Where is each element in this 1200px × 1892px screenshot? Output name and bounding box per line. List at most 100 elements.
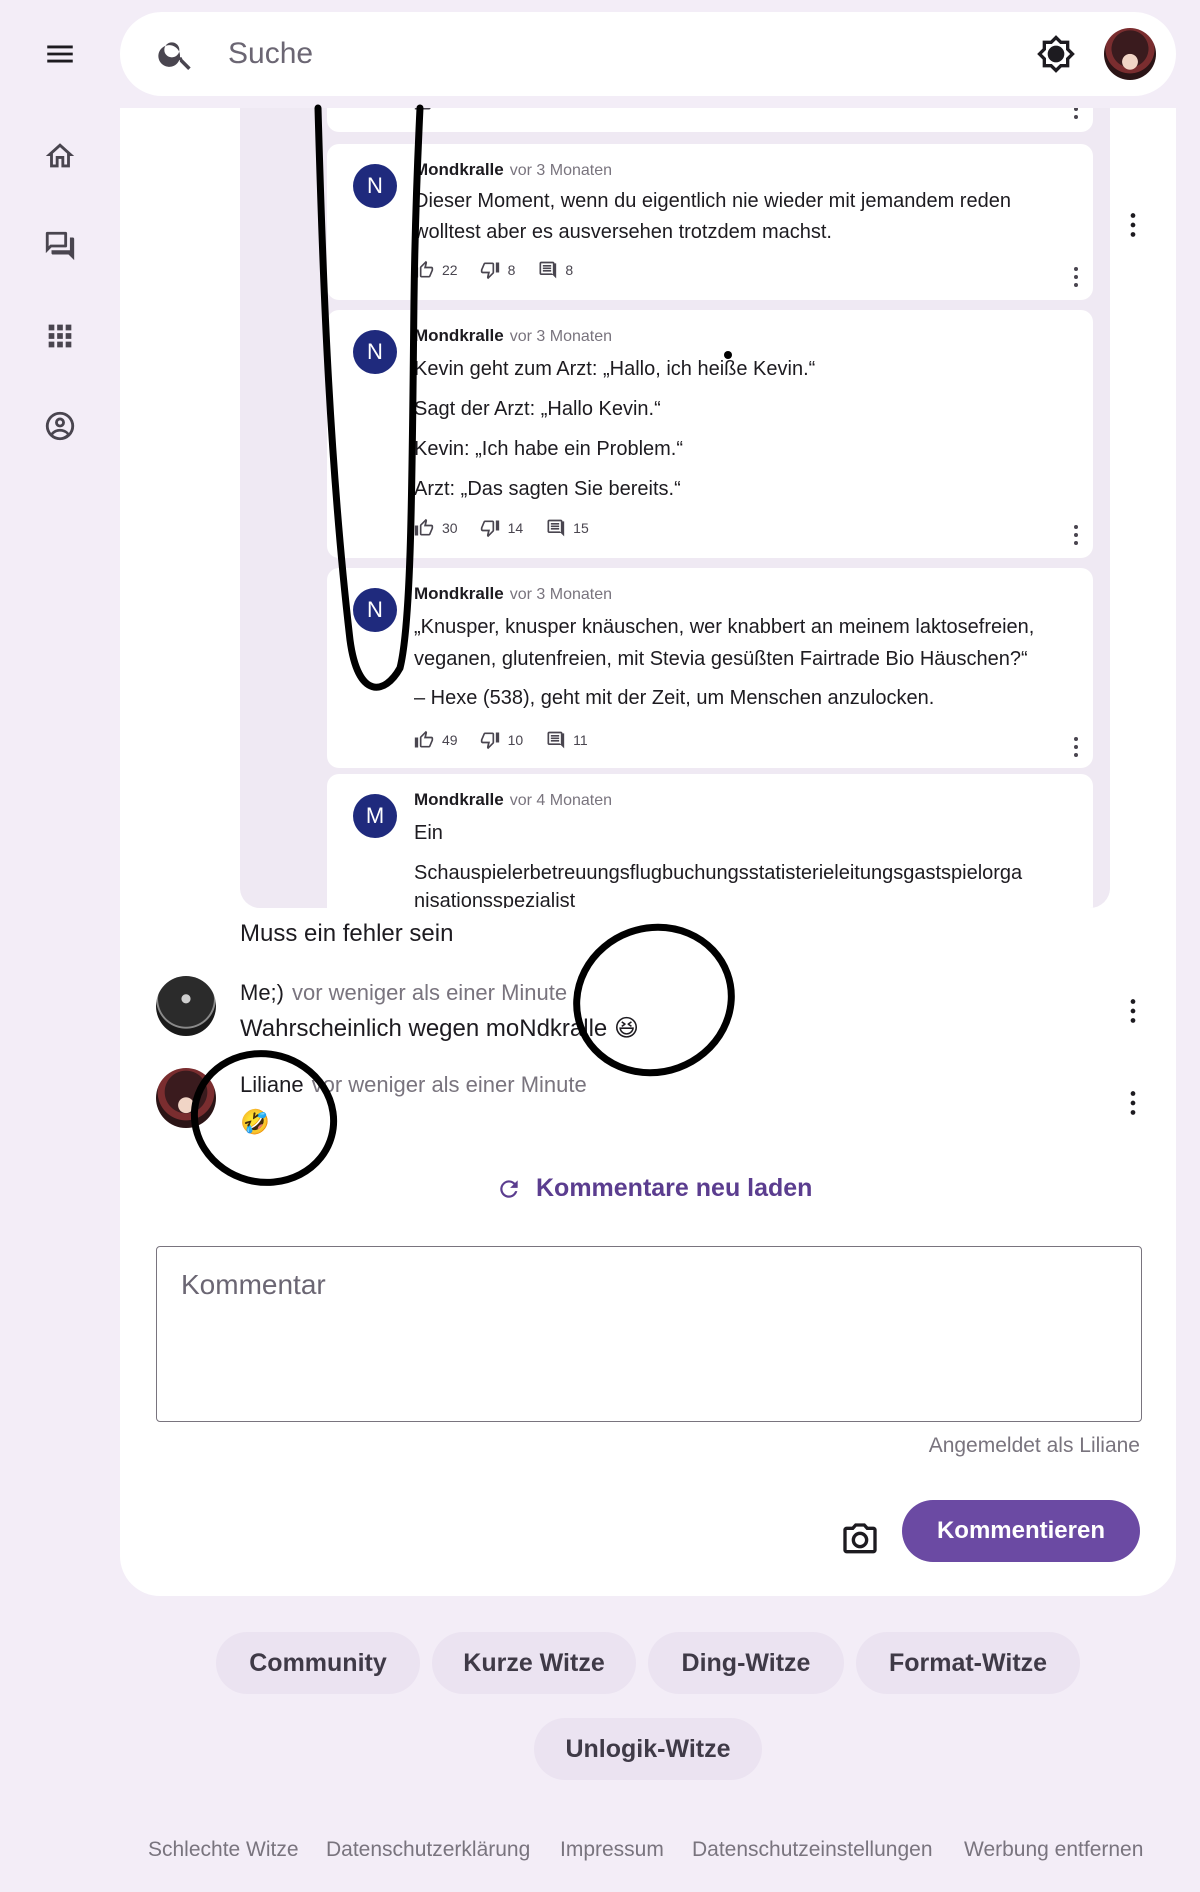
avatar[interactable] — [156, 1068, 216, 1128]
more-options-icon[interactable] — [1128, 998, 1138, 1024]
like-button[interactable]: 30 — [414, 518, 458, 538]
reply-text: Sagt der Arzt: „Hallo Kevin.“ — [414, 398, 661, 420]
like-count: 49 — [442, 732, 458, 748]
author-name[interactable]: Mondkralle — [414, 790, 504, 809]
comments-card: N Mondkralle vor 3 Monaten Dieser Moment,… — [120, 108, 1176, 1596]
timestamp: vor 4 Monaten — [509, 792, 613, 809]
dislike-button[interactable]: 10 — [480, 730, 524, 750]
search-bar — [120, 12, 1176, 96]
more-options-icon[interactable] — [1128, 212, 1138, 238]
comment-header: Liliane vor weniger als einer Minute — [240, 1072, 587, 1098]
chip-kurze-witze[interactable]: Kurze Witze — [432, 1632, 636, 1694]
like-count: 22 — [442, 262, 458, 278]
timestamp: vor 3 Monaten — [509, 162, 613, 179]
dislike-count: 8 — [507, 262, 516, 278]
timestamp: vor weniger als einer Minute — [292, 980, 568, 1005]
reply-count-button[interactable]: 11 — [545, 730, 588, 750]
reply-count: 11 — [573, 732, 588, 748]
like-button[interactable]: 22 — [414, 260, 458, 280]
reply-count: 8 — [565, 262, 574, 278]
author-name[interactable]: Mondkralle — [414, 160, 504, 179]
author-name[interactable]: Mondkralle — [414, 584, 504, 603]
avatar: N — [353, 330, 397, 374]
dislike-count: 14 — [507, 520, 524, 536]
footer-link-impressum[interactable]: Impressum — [560, 1838, 664, 1862]
reply-header: Mondkralle vor 4 Monaten — [414, 790, 612, 810]
reload-comments-button[interactable]: Kommentare neu laden — [496, 1174, 812, 1203]
reply-text: wolltest aber es ausversehen trotzdem ma… — [414, 221, 832, 243]
more-options-icon[interactable] — [1071, 266, 1081, 288]
more-options-icon[interactable] — [1071, 736, 1081, 758]
reply-actions — [414, 108, 464, 112]
thumb-down-icon — [480, 732, 499, 750]
timestamp: vor 3 Monaten — [509, 328, 613, 345]
more-options-icon[interactable] — [1071, 108, 1081, 120]
rolling-laughing-emoji: 🤣 — [240, 1108, 270, 1136]
reply-text: Kevin: „Ich habe ein Problem.“ — [414, 438, 684, 460]
like-count: 30 — [442, 520, 458, 536]
account-circle-icon[interactable] — [30, 396, 90, 456]
comment-body: Wahrscheinlich wegen moNdkralle — [240, 1015, 608, 1042]
grinning-squint-emoji: 😆 — [613, 1014, 639, 1042]
reply-thread: N Mondkralle vor 3 Monaten Dieser Moment,… — [240, 108, 1110, 908]
reply-text: veganen, glutenfreien, mit Stevia gesüßt… — [414, 648, 1028, 670]
reply-actions: 30 14 15 — [414, 518, 611, 538]
reply-text: – Hexe (538), geht mit der Zeit, um Mens… — [414, 687, 935, 709]
avatar[interactable] — [156, 976, 216, 1036]
apps-grid-icon[interactable] — [30, 306, 90, 366]
reply-text: nisationsspezialist — [414, 890, 576, 908]
comment-input[interactable] — [156, 1246, 1142, 1422]
reply-header: Mondkralle vor 3 Monaten — [414, 160, 612, 180]
comment-text: Wahrscheinlich wegen moNdkralle 😆 — [240, 1014, 639, 1043]
dislike-button[interactable]: 14 — [480, 518, 524, 538]
comment-icon — [547, 731, 565, 749]
more-options-icon[interactable] — [1071, 524, 1081, 546]
author-name[interactable]: Liliane — [240, 1072, 304, 1097]
thumb-up-icon — [414, 730, 434, 748]
camera-icon[interactable] — [840, 1520, 880, 1560]
thumb-up-icon[interactable] — [414, 108, 434, 112]
reply-text: Dieser Moment, wenn du eigentlich nie wi… — [414, 190, 1011, 212]
search-icon[interactable] — [156, 34, 196, 74]
footer-link-werbung-entfernen[interactable]: Werbung entfernen — [964, 1838, 1143, 1862]
chip-ding-witze[interactable]: Ding-Witze — [648, 1632, 844, 1694]
reply-card: N Mondkralle vor 3 Monaten Kevin geht zum… — [327, 310, 1093, 558]
avatar: M — [353, 794, 397, 838]
dislike-button[interactable]: 8 — [480, 260, 516, 280]
chip-community[interactable]: Community — [216, 1632, 420, 1694]
user-avatar[interactable] — [1104, 28, 1156, 80]
reply-card: N Mondkralle vor 3 Monaten „Knusper, knus… — [327, 568, 1093, 768]
brightness-icon[interactable] — [1036, 34, 1076, 74]
like-button[interactable]: 49 — [414, 730, 458, 750]
home-icon[interactable] — [30, 126, 90, 186]
menu-icon[interactable] — [30, 24, 90, 84]
reply-actions: 22 8 8 — [414, 260, 595, 280]
submit-comment-button[interactable]: Kommentieren — [902, 1500, 1140, 1562]
footer-link-datenschutzeinstellungen[interactable]: Datenschutzeinstellungen — [692, 1838, 933, 1862]
refresh-icon — [500, 1179, 518, 1198]
more-options-icon[interactable] — [1128, 1090, 1138, 1116]
author-name[interactable]: Mondkralle — [414, 326, 504, 345]
reply-header: Mondkralle vor 3 Monaten — [414, 326, 612, 346]
forum-icon[interactable] — [30, 216, 90, 276]
logged-in-status: Angemeldet als Liliane — [928, 1434, 1140, 1457]
chip-format-witze[interactable]: Format-Witze — [856, 1632, 1080, 1694]
dislike-count: 10 — [507, 732, 524, 748]
avatar: N — [353, 164, 397, 208]
comment-text: Muss ein fehler sein — [240, 920, 454, 947]
timestamp: vor weniger als einer Minute — [311, 1072, 587, 1097]
reply-text: „Knusper, knusper knäuschen, wer knabber… — [414, 616, 1035, 638]
reply-header: Mondkralle vor 3 Monaten — [414, 584, 612, 604]
reply-count-button[interactable]: 8 — [537, 260, 573, 280]
chip-unlogik-witze[interactable]: Unlogik-Witze — [534, 1718, 762, 1780]
comment-text: 🤣 — [240, 1108, 270, 1137]
reply-count-button[interactable]: 15 — [545, 518, 589, 538]
footer-link-datenschutz[interactable]: Datenschutzerklärung — [326, 1838, 530, 1862]
reply-text: Arzt: „Das sagten Sie bereits.“ — [414, 478, 681, 500]
comment-icon — [539, 261, 557, 279]
reply-text: Ein — [414, 822, 443, 844]
author-name[interactable]: Me;) — [240, 980, 284, 1005]
search-input[interactable] — [228, 30, 1028, 78]
reply-text: Schauspielerbetreuungsflugbuchungsstatis… — [414, 862, 1023, 884]
footer-link-schlechte-witze[interactable]: Schlechte Witze — [148, 1838, 299, 1862]
